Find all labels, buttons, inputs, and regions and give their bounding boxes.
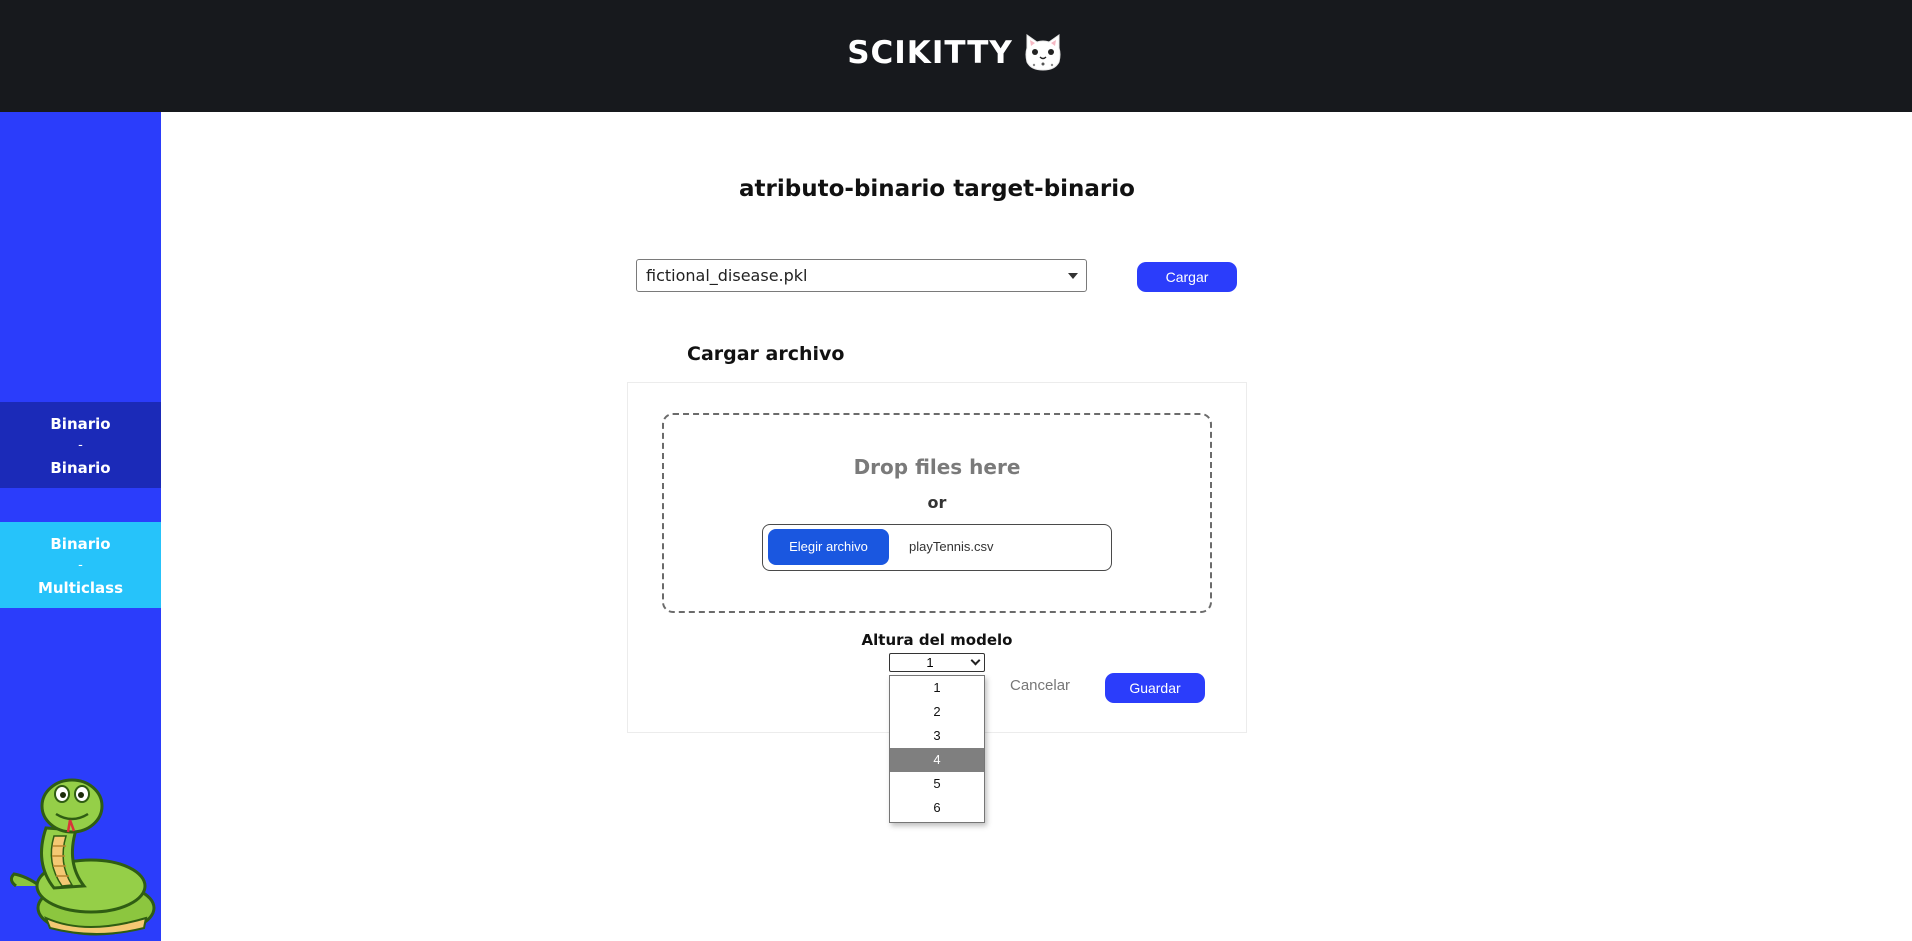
model-height-select[interactable]: 1 <box>889 653 985 672</box>
brand-name: SCIKITTY <box>847 35 1013 71</box>
height-option-4[interactable]: 4 <box>890 748 984 772</box>
sidebar-item-binario-multiclass[interactable]: Binario - Multiclass <box>0 522 161 608</box>
sidebar-item-separator: - <box>78 438 83 453</box>
cat-logo-icon <box>1025 33 1061 71</box>
brand[interactable]: SCIKITTY <box>0 30 1912 76</box>
sidebar-item-label: Binario <box>50 415 111 433</box>
drop-files-text: Drop files here <box>853 455 1021 479</box>
sidebar-item-binario-binario[interactable]: Binario - Binario <box>0 402 161 488</box>
model-height-value: 1 <box>926 655 934 670</box>
save-button[interactable]: Guardar <box>1105 673 1205 703</box>
height-option-6[interactable]: 6 <box>890 796 984 820</box>
file-dropzone[interactable] <box>662 413 1212 613</box>
or-text: or <box>927 493 947 512</box>
selected-file-name: playTennis.csv <box>909 539 994 554</box>
height-option-2[interactable]: 2 <box>890 700 984 724</box>
sidebar-item-separator: - <box>78 558 83 573</box>
load-button[interactable]: Cargar <box>1137 262 1237 292</box>
model-height-label: Altura del modelo <box>861 631 1013 649</box>
snake-mascot-icon <box>9 778 156 936</box>
upload-heading: Cargar archivo <box>687 343 845 365</box>
height-option-1[interactable]: 1 <box>890 676 984 700</box>
page-title: atributo-binario target-binario <box>739 176 1135 202</box>
cancel-button[interactable]: Cancelar <box>1010 677 1070 694</box>
chevron-down-icon <box>970 655 981 666</box>
model-file-select[interactable]: fictional_disease.pkl <box>636 259 1087 292</box>
dropdown-caret-icon <box>1068 273 1078 279</box>
model-file-select-value: fictional_disease.pkl <box>646 266 808 285</box>
model-height-options: 1 2 3 4 5 6 <box>889 675 985 823</box>
height-option-3[interactable]: 3 <box>890 724 984 748</box>
height-option-5[interactable]: 5 <box>890 772 984 796</box>
sidebar-item-label: Multiclass <box>37 579 124 597</box>
sidebar-item-label: Binario <box>50 459 111 477</box>
sidebar: Binario - Binario Binario - Multiclass <box>0 112 161 941</box>
choose-file-button[interactable]: Elegir archivo <box>768 529 889 565</box>
sidebar-item-label: Binario <box>50 535 111 553</box>
top-bar: SCIKITTY <box>0 0 1912 112</box>
